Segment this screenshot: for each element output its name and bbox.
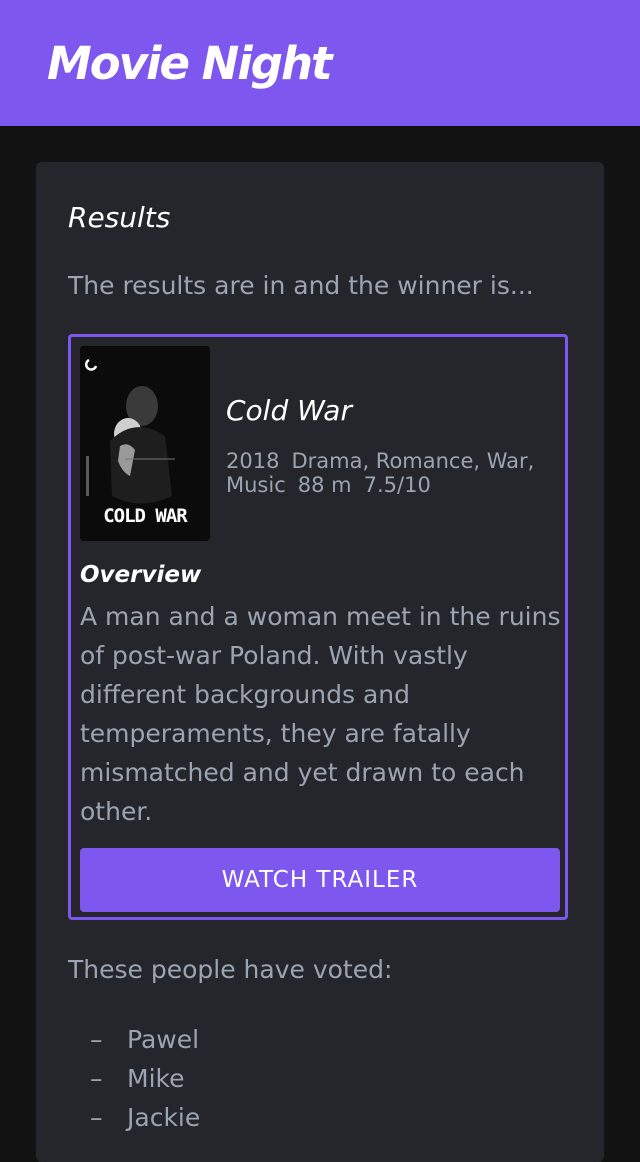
- poster-title-text: COLD WAR: [103, 505, 188, 527]
- movie-year: 2018: [226, 449, 280, 473]
- voter-list-item: – Mike: [90, 1059, 200, 1098]
- results-heading: Results: [68, 201, 171, 234]
- voter-name: Jackie: [127, 1103, 201, 1132]
- movie-poster: COLD WAR: [80, 346, 210, 541]
- movie-meta: 2018 Drama, Romance, War, Music 88 m 7.5/10: [226, 449, 546, 497]
- movie-rating: 7.5/10: [363, 473, 431, 497]
- voter-name: Mike: [127, 1064, 185, 1093]
- overview-label: Overview: [80, 562, 202, 588]
- voter-list-item: – Jackie: [90, 1098, 200, 1137]
- voters-heading: These people have voted:: [68, 955, 393, 984]
- list-dash: –: [90, 1064, 103, 1093]
- app-title: Movie Night: [47, 37, 332, 90]
- movie-title: Cold War: [226, 394, 352, 427]
- winner-movie-card: COLD WAR Cold War 2018 Drama, Romance, Wa…: [68, 334, 568, 920]
- app-header: Movie Night: [0, 0, 640, 126]
- watch-trailer-button[interactable]: WATCH TRAILER: [80, 848, 560, 912]
- list-dash: –: [90, 1103, 103, 1132]
- results-intro: The results are in and the winner is...: [68, 271, 534, 300]
- list-dash: –: [90, 1025, 103, 1054]
- results-card: Results The results are in and the winne…: [36, 162, 604, 1162]
- voter-list-item: – Pawel: [90, 1020, 200, 1059]
- movie-runtime: 88 m: [297, 473, 352, 497]
- voter-name: Pawel: [127, 1025, 200, 1054]
- voters-list: – Pawel – Mike – Jackie: [90, 1020, 200, 1137]
- overview-text: A man and a woman meet in the ruins of p…: [80, 602, 561, 826]
